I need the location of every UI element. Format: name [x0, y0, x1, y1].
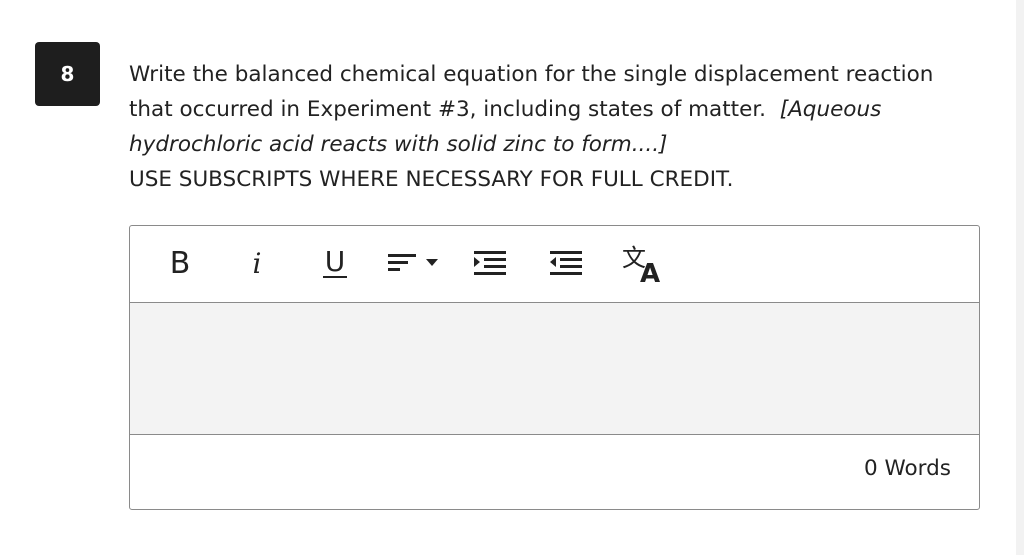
question-page: 8 Write the balanced chemical equation f… — [0, 0, 1024, 555]
svg-text:A: A — [640, 259, 660, 284]
question-line-1: Write the balanced chemical equation for… — [129, 62, 934, 87]
bold-label: B — [169, 245, 191, 281]
underline-label: U — [322, 245, 348, 278]
italic-button[interactable]: i — [246, 242, 268, 284]
question-number-badge: 8 — [35, 42, 100, 106]
translate-icon: 文 A — [622, 244, 660, 284]
editor-footer: 0 Words — [130, 436, 979, 509]
translate-button[interactable]: 文 A — [620, 242, 668, 284]
scrollbar-track — [1016, 0, 1024, 555]
outdent-button[interactable] — [546, 242, 586, 284]
align-dropdown-button[interactable] — [386, 242, 446, 284]
word-count: 0 Words — [864, 456, 951, 481]
indent-button[interactable] — [470, 242, 510, 284]
outdent-icon — [550, 251, 582, 275]
question-line-2: that occurred in Experiment #3, includin… — [129, 97, 767, 122]
italic-label: i — [252, 246, 262, 280]
editor-toolbar: B i U 文 A — [130, 226, 979, 303]
indent-icon — [474, 251, 506, 275]
question-note: USE SUBSCRIPTS WHERE NECESSARY FOR FULL … — [129, 167, 734, 192]
underline-button[interactable]: U — [318, 242, 352, 284]
rich-text-editor: B i U 文 A 0 Words — [129, 225, 980, 510]
question-number: 8 — [60, 62, 75, 86]
answer-input[interactable] — [130, 303, 979, 435]
question-text: Write the balanced chemical equation for… — [129, 57, 979, 197]
bold-button[interactable]: B — [166, 242, 194, 284]
align-dropdown-icon — [388, 254, 438, 271]
